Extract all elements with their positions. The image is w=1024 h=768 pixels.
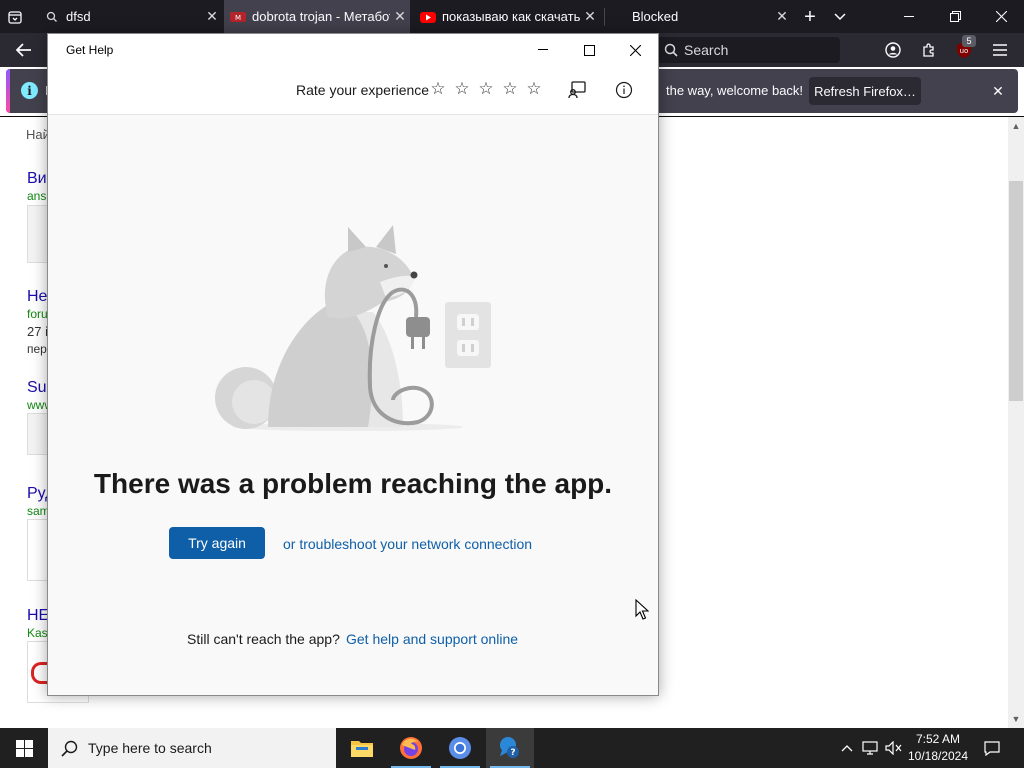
maximize-icon[interactable] [566,34,612,66]
error-heading: There was a problem reaching the app. [93,468,613,499]
list-all-tabs-icon[interactable] [4,6,26,28]
rate-experience-label: Rate your experience [296,82,430,98]
account-icon[interactable] [880,37,906,63]
result-title[interactable]: Ви [27,170,47,188]
svg-text:?: ? [510,748,515,758]
result-url[interactable]: Kas [27,626,48,640]
result-snippet: пер [27,342,47,356]
try-again-button[interactable]: Try again [169,527,265,559]
volume-muted-icon[interactable] [884,728,904,768]
tab-title: показываю как скачать [442,9,580,24]
star-4-icon[interactable]: ☆ [501,79,519,99]
refresh-firefox-button[interactable]: Refresh Firefox… [809,77,921,105]
extension-badge: 5 [962,35,976,47]
network-icon[interactable] [860,728,880,768]
feedback-icon[interactable] [565,78,589,102]
taskbar-clock[interactable]: 7:52 AM 10/18/2024 [906,731,970,765]
get-help-window: Get Help Rate your experience ☆ ☆ ☆ ☆ ☆ [47,33,659,696]
taskbar-search-box[interactable]: Type here to search [48,728,336,768]
get-help-taskbar-icon[interactable]: ? [486,728,534,768]
close-icon[interactable] [612,34,658,66]
window-title: Get Help [66,43,114,57]
svg-text:M: M [235,14,241,22]
search-icon [61,740,78,757]
notification-accent [6,69,10,113]
search-placeholder: Search [684,42,729,58]
info-icon[interactable] [612,78,636,102]
troubleshoot-network-link[interactable]: or troubleshoot your network connection [283,536,532,552]
menu-icon[interactable] [987,37,1013,63]
tab-close-icon[interactable]: ✕ [772,7,792,27]
tab-close-icon[interactable]: ✕ [202,7,222,27]
scrollbar-thumb[interactable] [1009,181,1023,401]
result-url[interactable]: ans [27,189,46,203]
tab-youtube[interactable]: показываю как скачать ✕ [414,0,600,33]
get-help-online-link[interactable]: Get help and support online [346,631,518,647]
minimize-icon[interactable] [520,34,566,66]
result-title[interactable]: Su [27,379,47,397]
tab-metabot[interactable]: M dobrota trojan - Метабот ✕ [224,0,410,33]
extensions-icon[interactable] [916,37,942,63]
restore-icon[interactable] [932,0,978,33]
get-help-toolbar: Rate your experience ☆ ☆ ☆ ☆ ☆ [48,66,658,115]
metabot-icon: M [230,9,246,25]
svg-text:uo: uo [960,47,969,55]
chromium-taskbar-icon[interactable] [436,728,484,768]
star-2-icon[interactable]: ☆ [453,79,471,99]
mouse-cursor-icon [635,599,649,620]
firefox-tab-bar: dfsd ✕ M dobrota trojan - Метабот ✕ пока… [0,0,1024,33]
tab-close-icon[interactable]: ✕ [580,7,600,27]
still-cant-reach-text: Still can't reach the app? [187,631,340,647]
youtube-icon [420,9,436,25]
close-icon[interactable] [978,0,1024,33]
firefox-taskbar-icon[interactable] [387,728,435,768]
tab-title: Blocked [632,9,679,24]
get-help-titlebar[interactable]: Get Help [48,34,658,66]
search-icon [44,9,60,25]
tab-close-icon[interactable]: ✕ [390,7,410,27]
tab-title: dobrota trojan - Метабот [252,9,390,24]
new-tab-icon[interactable]: + [798,5,822,29]
tab-title: dfsd [66,9,91,24]
search-input[interactable]: Search [656,37,840,63]
tab-dfsd[interactable]: dfsd ✕ [38,0,222,33]
info-icon: i [21,82,38,99]
notification-close-icon[interactable]: ✕ [988,81,1008,101]
file-explorer-icon[interactable] [338,728,386,768]
result-url[interactable]: foru [27,307,48,321]
taskbar-search-placeholder: Type here to search [88,740,212,756]
result-title[interactable]: НЕ [27,607,49,625]
result-snippet: 27 і [27,324,48,339]
kaspersky-logo-icon [31,662,47,684]
minimize-icon[interactable] [886,0,932,33]
clock-time: 7:52 AM [915,732,961,746]
scroll-up-icon[interactable]: ▲ [1008,118,1024,134]
tab-blocked[interactable]: Blocked ✕ [608,0,792,33]
notification-text: the way, welcome back! [666,83,804,98]
tab-list-chevron-icon[interactable] [828,5,852,29]
show-hidden-icons-chevron[interactable] [838,728,856,768]
unplugged-dog-illustration [215,225,491,431]
star-3-icon[interactable]: ☆ [477,79,495,99]
clock-date: 10/18/2024 [907,749,969,763]
result-title[interactable]: Не [27,288,47,306]
back-arrow-icon[interactable] [11,37,37,63]
windows-start-icon[interactable] [0,728,48,768]
star-1-icon[interactable]: ☆ [429,79,447,99]
notifications-icon[interactable] [978,728,1006,768]
tab-separator [604,8,605,26]
search-icon [664,43,678,57]
star-5-icon[interactable]: ☆ [525,79,543,99]
windows-taskbar: Type here to search ? 7:52 AM 10/18/2024 [0,728,1024,768]
scroll-down-icon[interactable]: ▼ [1008,711,1024,727]
